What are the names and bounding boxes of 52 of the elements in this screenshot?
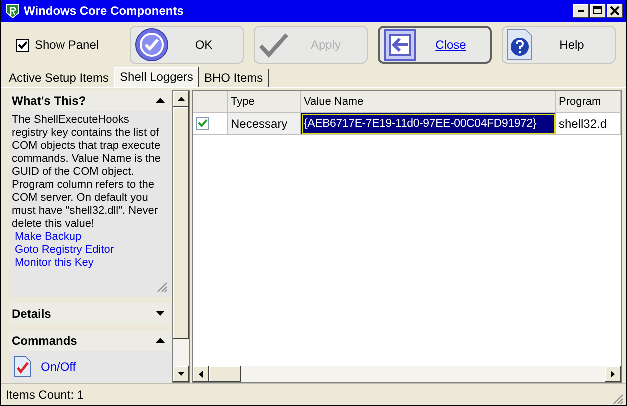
link[interactable]: Make Backup	[15, 231, 168, 244]
command-link[interactable]: On/Off	[41, 360, 76, 374]
collapse-arrow-icon[interactable]	[156, 98, 165, 103]
table-cell: shell32.d	[556, 112, 620, 134]
column-header[interactable]: Program	[556, 91, 620, 112]
window-title: Windows Core Components	[24, 4, 185, 18]
section-header[interactable]: What's This?	[9, 90, 171, 111]
scroll-thumb[interactable]	[209, 366, 241, 382]
link[interactable]: Monitor this Key	[15, 257, 168, 270]
close-button[interactable]	[607, 4, 623, 18]
description-text: The ShellExecuteHooks registry key contains the list of COM objects that trap execute commands. Value Name is the GUID of the COM object. Program column refers to the COM server. On default you must have "shell32.dll". Never delete this value!	[12, 114, 162, 231]
help-button[interactable]: Help	[502, 26, 616, 64]
link[interactable]: Goto Registry Editor	[15, 244, 168, 257]
scroll-right-icon[interactable]	[605, 366, 621, 382]
maximize-icon	[593, 6, 603, 16]
column-header[interactable]: Value Name	[300, 91, 556, 112]
minimize-icon	[578, 10, 584, 12]
scroll-down-icon[interactable]	[173, 366, 189, 382]
status-text: Items Count: 1	[6, 388, 84, 402]
resize-grip-icon	[613, 394, 624, 405]
resize-grip-icon	[157, 282, 168, 293]
scroll-left-icon[interactable]	[193, 366, 209, 382]
horizontal-scrollbar[interactable]	[193, 366, 621, 382]
document-check-icon[interactable]	[14, 356, 32, 378]
section-header[interactable]: Details	[9, 303, 171, 324]
section-title: Details	[12, 306, 52, 320]
maximize-button[interactable]	[590, 4, 606, 18]
expand-arrow-icon[interactable]	[156, 311, 165, 316]
minimize-button[interactable]	[573, 4, 589, 18]
tab[interactable]: BHO Items	[199, 69, 270, 87]
vertical-scrollbar[interactable]	[172, 90, 190, 383]
shield-icon	[6, 4, 20, 18]
close-button[interactable]: Close	[378, 26, 492, 64]
collapse-arrow-icon[interactable]	[156, 338, 165, 343]
check-circle-icon	[135, 28, 169, 62]
checkbox[interactable]	[16, 38, 29, 52]
tab[interactable]: Active Setup Items	[4, 69, 114, 87]
checkmark-icon	[259, 32, 289, 58]
close-icon	[610, 6, 620, 16]
ok-button[interactable]: OK	[130, 26, 244, 64]
column-header[interactable]: Type	[228, 91, 300, 112]
tab[interactable]: Shell Loggers	[114, 67, 200, 87]
section-title: What's This?	[12, 94, 86, 108]
section-header[interactable]: Commands	[9, 330, 171, 351]
section-title: Commands	[12, 334, 78, 348]
help-icon	[507, 29, 533, 61]
scroll-thumb[interactable]	[173, 107, 189, 339]
checkbox-label: Show Panel	[35, 38, 100, 52]
table-cell: {AEB6717E-7E19-11d0-97EE-00C04FD91972}	[300, 112, 556, 134]
scroll-up-icon[interactable]	[173, 91, 189, 107]
checkbox[interactable]	[196, 117, 209, 130]
table-cell: Necessary	[228, 112, 300, 134]
